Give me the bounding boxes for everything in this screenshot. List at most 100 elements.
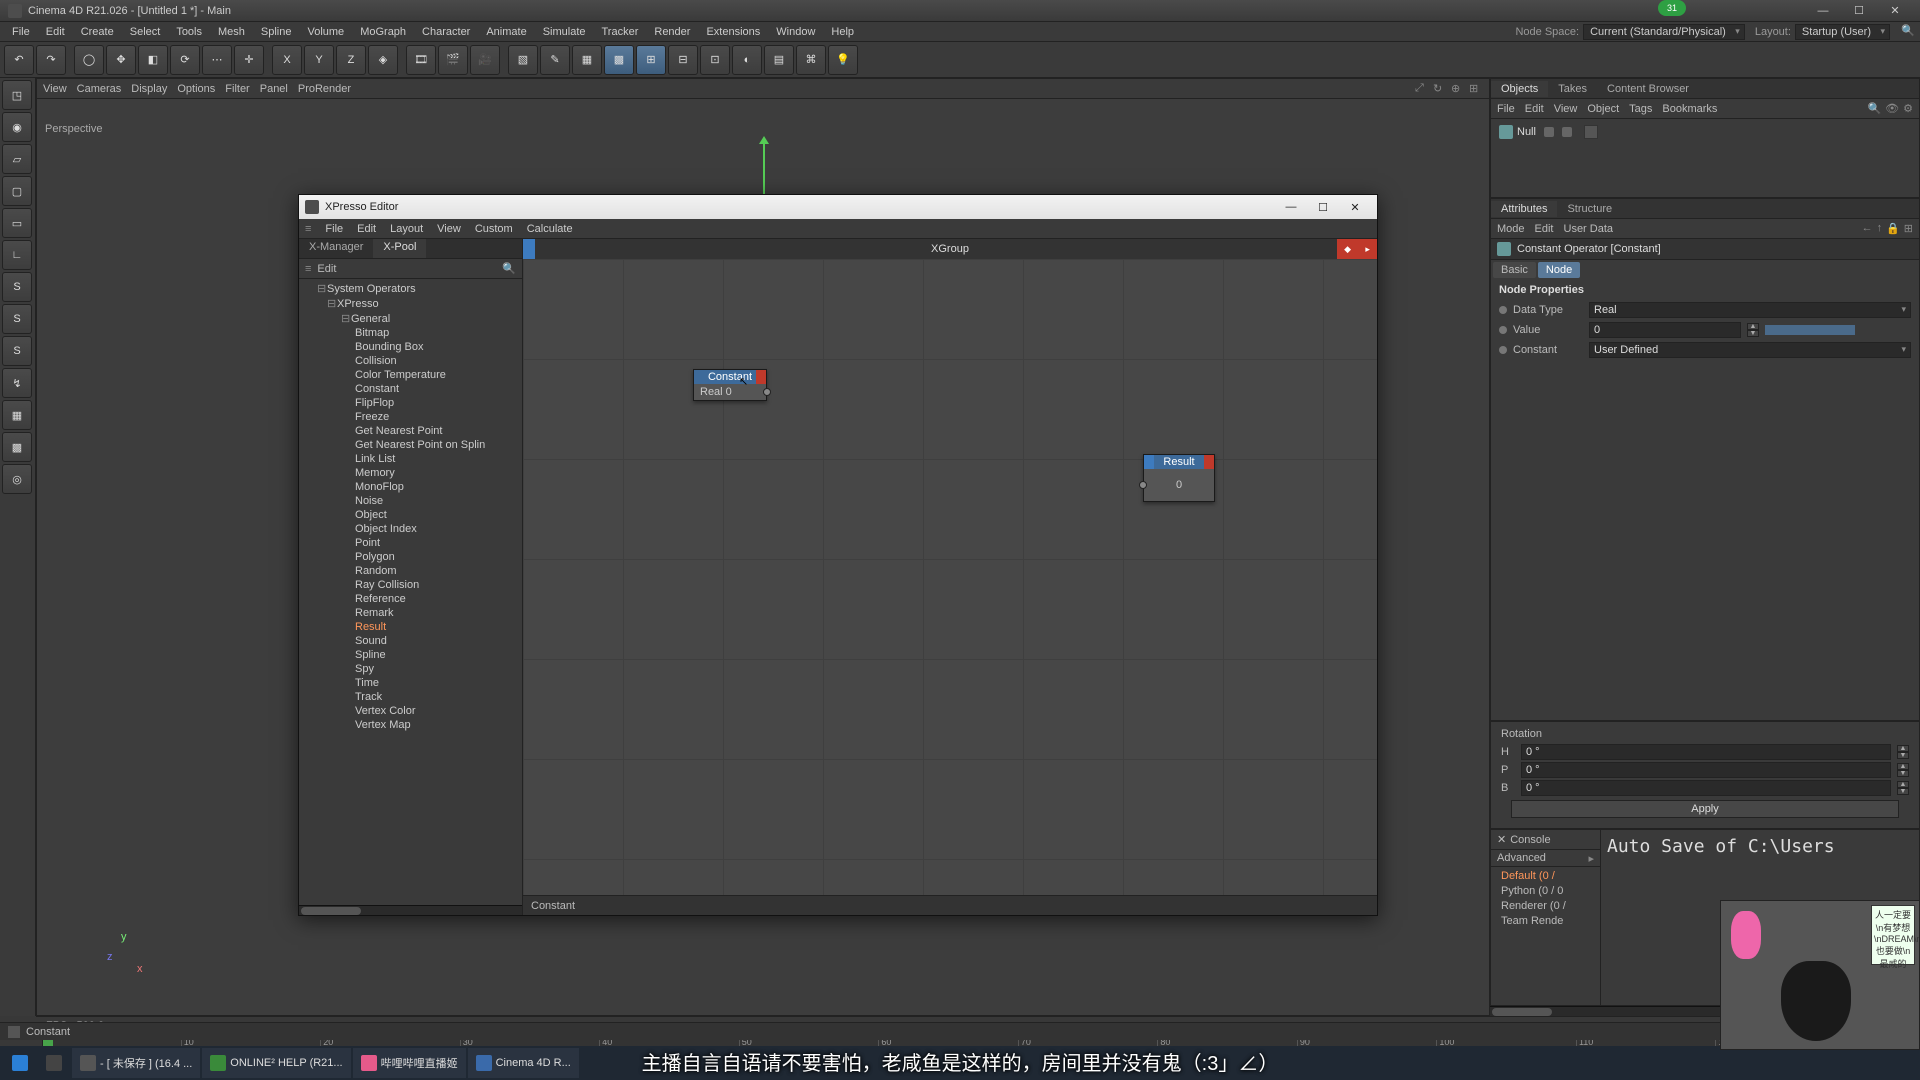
attr-menu-userdata[interactable]: User Data — [1564, 223, 1614, 235]
tree-item[interactable]: Object Index — [299, 522, 522, 536]
tree-item[interactable]: Noise — [299, 494, 522, 508]
xpresso-close-button[interactable]: ✕ — [1339, 197, 1371, 217]
close-button[interactable]: ✕ — [1878, 2, 1912, 20]
xpool-tree[interactable]: ⊟System Operators ⊟XPresso ⊟General Bitm… — [299, 279, 522, 905]
xpresso-tag-icon[interactable] — [1584, 125, 1598, 139]
visibility-dot[interactable] — [1544, 127, 1554, 137]
port-output[interactable] — [763, 388, 771, 396]
node-constant-header[interactable]: Constant — [694, 370, 766, 384]
maximize-button[interactable]: ☐ — [1842, 2, 1876, 20]
console-close-icon[interactable]: ✕ — [1497, 833, 1506, 846]
tree-item[interactable]: Time — [299, 676, 522, 690]
node-output-edge[interactable] — [756, 370, 766, 384]
generator-icon[interactable]: ▦ — [572, 45, 602, 75]
menu-tracker[interactable]: Tracker — [594, 24, 647, 40]
axis-mode-icon[interactable]: ↯ — [2, 368, 32, 398]
objects-menu-tags[interactable]: Tags — [1629, 103, 1652, 115]
attr-back-icon[interactable]: ← — [1862, 222, 1873, 235]
viewport-menu-cameras[interactable]: Cameras — [77, 83, 122, 95]
render-pv-icon[interactable]: 🎥 — [470, 45, 500, 75]
subdivision-icon[interactable]: ▩ — [604, 45, 634, 75]
xgroup-io-icon[interactable]: ◆▸ — [1337, 239, 1377, 259]
viewport-menu-prorender[interactable]: ProRender — [298, 83, 351, 95]
node-result[interactable]: Result 0 — [1143, 454, 1215, 502]
viewport-menu-panel[interactable]: Panel — [260, 83, 288, 95]
objects-menu-object[interactable]: Object — [1587, 103, 1619, 115]
menu-animate[interactable]: Animate — [478, 24, 534, 40]
rot-b-input[interactable] — [1521, 780, 1891, 796]
objects-filter-icon[interactable]: ⚙ — [1903, 102, 1913, 115]
tree-system-operators[interactable]: ⊟System Operators — [299, 281, 522, 296]
viewport-menu-options[interactable]: Options — [177, 83, 215, 95]
tree-item[interactable]: Random — [299, 564, 522, 578]
objects-eye-icon[interactable]: 👁 — [1885, 102, 1899, 115]
taskbar-item[interactable]: Cinema 4D R... — [468, 1048, 579, 1078]
tree-item[interactable]: Object — [299, 508, 522, 522]
render-view-icon[interactable]: 🎬 — [438, 45, 468, 75]
menu-create[interactable]: Create — [73, 24, 122, 40]
search-icon[interactable]: 🔍 — [1900, 24, 1916, 40]
menu-volume[interactable]: Volume — [299, 24, 352, 40]
workplane-mode-icon[interactable]: ▱ — [2, 144, 32, 174]
undo-icon[interactable]: ↶ — [4, 45, 34, 75]
menu-extensions[interactable]: Extensions — [698, 24, 768, 40]
viewport-menu-display[interactable]: Display — [131, 83, 167, 95]
viewport-menu-view[interactable]: View — [43, 83, 67, 95]
xpool-edit-menu[interactable]: Edit — [317, 263, 336, 275]
rot-h-input[interactable] — [1521, 744, 1891, 760]
cube-primitive-icon[interactable]: ▧ — [508, 45, 538, 75]
viewport-solo2-icon[interactable]: ▩ — [2, 432, 32, 462]
windows-taskbar[interactable]: - [ 未保存 ] (16.4 ... ONLINE² HELP (R21...… — [0, 1046, 1920, 1080]
scale-icon[interactable]: ◧ — [138, 45, 168, 75]
xpresso-grip-icon[interactable]: ≡ — [305, 223, 311, 235]
xpresso-menu-layout[interactable]: Layout — [390, 223, 423, 235]
attr-menu-mode[interactable]: Mode — [1497, 223, 1525, 235]
environment-icon[interactable]: ▤ — [764, 45, 794, 75]
console-cat-renderer[interactable]: Renderer (0 / — [1499, 899, 1592, 913]
uv-poly-icon[interactable]: S — [2, 304, 32, 334]
spline-tool-icon[interactable]: ✎ — [540, 45, 570, 75]
console-advanced[interactable]: Advanced — [1497, 852, 1546, 864]
node-constant[interactable]: Constant Real 0 — [693, 369, 767, 401]
console-tab[interactable]: Console — [1510, 834, 1550, 846]
constant-select[interactable]: User Defined — [1589, 342, 1911, 358]
param-dot[interactable] — [1499, 306, 1507, 314]
console-cat-python[interactable]: Python (0 / 0 — [1499, 884, 1592, 898]
last-tool-icon[interactable]: ⋯ — [202, 45, 232, 75]
render-settings-icon[interactable]: 🎞 — [406, 45, 436, 75]
tab-objects[interactable]: Objects — [1491, 81, 1548, 97]
tab-xmanager[interactable]: X-Manager — [299, 239, 373, 258]
param-dot[interactable] — [1499, 326, 1507, 334]
viewport-nav3-icon[interactable]: ⊕ — [1451, 82, 1465, 95]
console-cat-team[interactable]: Team Rende — [1499, 914, 1592, 928]
taskbar-item[interactable]: ONLINE² HELP (R21... — [202, 1048, 350, 1078]
value-slider[interactable] — [1765, 325, 1855, 335]
minimize-button[interactable]: — — [1806, 2, 1840, 20]
field-icon[interactable]: ⊡ — [700, 45, 730, 75]
tree-item[interactable]: Bounding Box — [299, 340, 522, 354]
xpresso-canvas[interactable]: Constant Real 0 Result — [523, 259, 1377, 895]
polygon-mode-icon[interactable]: ∟ — [2, 240, 32, 270]
tree-item[interactable]: Get Nearest Point — [299, 424, 522, 438]
value-spinner[interactable]: ▲▼ — [1747, 323, 1759, 337]
camera-icon[interactable]: ⌘ — [796, 45, 826, 75]
node-output-edge[interactable] — [1204, 455, 1214, 469]
attr-up-icon[interactable]: ↑ — [1877, 222, 1883, 235]
start-button[interactable] — [4, 1048, 36, 1078]
menu-select[interactable]: Select — [122, 24, 169, 40]
tree-item[interactable]: FlipFlop — [299, 396, 522, 410]
model-mode-icon[interactable]: ◳ — [2, 80, 32, 110]
rot-p-spinner[interactable]: ▲▼ — [1897, 763, 1909, 777]
rot-p-input[interactable] — [1521, 762, 1891, 778]
point-mode-icon[interactable]: ▢ — [2, 176, 32, 206]
light-icon[interactable]: 💡 — [828, 45, 858, 75]
tree-item[interactable]: Vertex Color — [299, 704, 522, 718]
menu-simulate[interactable]: Simulate — [535, 24, 594, 40]
apply-button[interactable]: Apply — [1511, 800, 1899, 818]
tree-item[interactable]: Freeze — [299, 410, 522, 424]
deformer-icon[interactable]: ◐ — [732, 45, 762, 75]
xpresso-menu-calculate[interactable]: Calculate — [527, 223, 573, 235]
node-result-header[interactable]: Result — [1144, 455, 1214, 469]
attr-lock-icon[interactable]: 🔒 — [1886, 222, 1900, 235]
tree-item[interactable]: Collision — [299, 354, 522, 368]
